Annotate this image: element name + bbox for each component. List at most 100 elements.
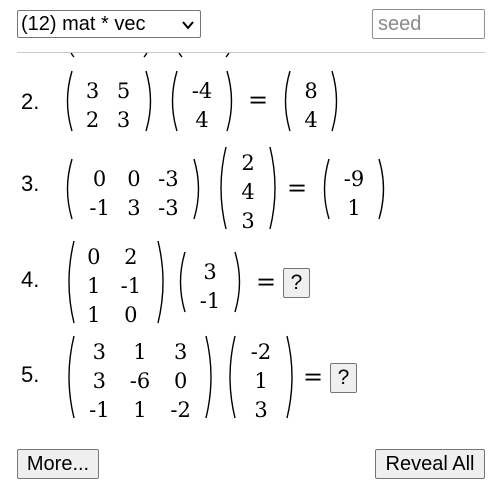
matrix-grid: 0 0 -3 -1 3 -3 — [78, 163, 190, 223]
equals-sign: = — [248, 86, 269, 114]
right-paren — [193, 158, 200, 220]
answer-cell: 4 — [304, 107, 318, 132]
matrix-cell: 0 — [92, 166, 107, 191]
more-button[interactable]: More... — [17, 449, 99, 479]
left-paren — [179, 251, 186, 313]
vector-grid: -2 1 3 — [239, 336, 283, 425]
matrix-cell: 3 — [92, 368, 107, 393]
problem-list[interactable]: 2. 35 23 -4 4 = 8 4 3. 0 0 -3 -1 3 -3 2 … — [0, 53, 501, 430]
matrix-cell: -1 — [89, 195, 110, 220]
answer-vector: 8 4 — [280, 69, 342, 133]
answer-grid: -9 1 — [333, 163, 375, 223]
matrix: 0 0 -3 -1 3 -3 — [62, 157, 204, 221]
matrix-grid: 3 1 3 3 -6 0 -1 1 -2 — [78, 336, 202, 425]
left-paren — [229, 335, 236, 419]
vector-cell: -4 — [191, 78, 213, 103]
left-paren — [220, 146, 227, 230]
matrix-grid: 02 1 -1 10 — [78, 241, 154, 330]
matrix-cell: 3 — [127, 195, 141, 220]
reveal-answer-button[interactable]: ? — [330, 363, 357, 393]
matrix-cell: 0 — [124, 302, 138, 327]
vector: -2 1 3 — [225, 334, 297, 422]
matrix-cell: -1 — [89, 397, 110, 422]
answer-cell: 8 — [304, 78, 318, 103]
problem-number: 4. — [21, 267, 40, 292]
left-paren — [66, 70, 73, 132]
chevron-down-icon — [182, 21, 194, 30]
matrix: 35 23 — [62, 69, 156, 133]
topic-select-value: (12) mat * vec — [21, 13, 146, 35]
matrix-cell: -2 — [170, 397, 191, 422]
right-paren — [226, 70, 233, 132]
left-paren — [66, 158, 73, 220]
answer-cell: 1 — [347, 195, 361, 220]
matrix-cell: 0 — [127, 166, 141, 191]
reveal-answer-button[interactable]: ? — [283, 268, 310, 298]
vector-grid: -4 4 — [181, 75, 223, 135]
matrix-cell: 1 — [87, 302, 101, 327]
equals-sign: = — [287, 174, 308, 202]
matrix-cell: -3 — [158, 166, 179, 191]
vector: -4 4 — [167, 69, 237, 133]
matrix-cell: 1 — [133, 339, 147, 364]
vector-cell: -1 — [199, 288, 221, 313]
matrix-cell: 0 — [173, 368, 188, 393]
matrix: 02 1 -1 10 — [64, 239, 168, 327]
right-paren — [378, 158, 385, 220]
problem-3: 3. 0 0 -3 -1 3 -3 2 4 3 = -9 1 — [0, 145, 501, 233]
problem-number: 5. — [21, 362, 40, 387]
matrix: 3 1 3 3 -6 0 -1 1 -2 — [64, 334, 216, 422]
right-paren — [234, 251, 241, 313]
left-paren — [171, 70, 178, 132]
matrix-cell: 1 — [87, 273, 101, 298]
vector-grid: 2 4 3 — [230, 147, 266, 236]
left-paren — [68, 240, 75, 324]
right-paren — [157, 240, 164, 324]
problem-2: 2. 35 23 -4 4 = 8 4 — [0, 69, 501, 139]
matrix-cell: -6 — [129, 368, 151, 393]
problem-number: 3. — [21, 171, 40, 196]
problem-number: 2. — [21, 89, 40, 114]
vector-cell: 4 — [241, 179, 255, 204]
problem-5: 5. 3 1 3 3 -6 0 -1 1 -2 -2 1 3 = ? — [0, 334, 501, 422]
left-paren — [68, 335, 75, 419]
matrix-cell: -3 — [158, 195, 179, 220]
matrix-cell: 3 — [116, 107, 131, 132]
answer-grid: 8 4 — [294, 75, 328, 135]
matrix-cell: 3 — [85, 78, 100, 103]
reveal-all-button[interactable]: Reveal All — [375, 449, 485, 479]
vector-cell: 1 — [254, 368, 268, 393]
topic-select[interactable]: (12) mat * vec — [17, 10, 201, 38]
vector-cell: 4 — [195, 107, 209, 132]
matrix-grid: 35 23 — [76, 75, 140, 135]
answer-cell: -9 — [343, 166, 365, 191]
vector-cell: 3 — [241, 208, 255, 233]
vector-grid: 3 -1 — [189, 256, 231, 316]
matrix-cell: -1 — [120, 273, 142, 298]
previous-problem-fragment — [70, 53, 230, 58]
matrix-cell: 2 — [124, 244, 138, 269]
vector: 3 -1 — [175, 250, 245, 314]
vector-cell: -2 — [250, 339, 272, 364]
answer-vector: -9 1 — [319, 157, 389, 221]
matrix-cell: 3 — [92, 339, 107, 364]
vector-cell: 2 — [241, 150, 255, 175]
left-paren — [284, 70, 291, 132]
vector-cell: 3 — [254, 397, 268, 422]
seed-input[interactable] — [372, 9, 485, 39]
right-paren — [205, 335, 212, 419]
matrix-cell: 1 — [133, 397, 147, 422]
matrix-cell: 5 — [116, 78, 131, 103]
left-paren — [323, 158, 330, 220]
right-paren — [145, 70, 152, 132]
right-paren — [269, 146, 276, 230]
right-paren — [286, 335, 293, 419]
matrix-cell: 0 — [87, 244, 101, 269]
equals-sign: = — [256, 268, 277, 296]
matrix-cell: 2 — [85, 107, 100, 132]
vector-cell: 3 — [203, 259, 217, 284]
equals-sign: = — [303, 363, 324, 391]
right-paren — [331, 70, 338, 132]
problem-4: 4. 02 1 -1 10 3 -1 = ? — [0, 239, 501, 327]
vector: 2 4 3 — [216, 145, 280, 233]
